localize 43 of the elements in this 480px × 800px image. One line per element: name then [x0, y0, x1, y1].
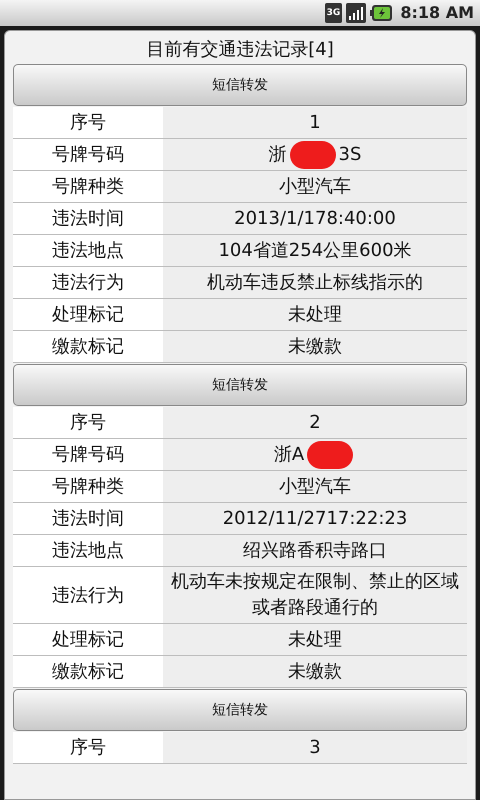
plate-prefix-text: 浙 [268, 142, 287, 166]
battery-icon [370, 5, 392, 21]
sms-forward-button[interactable]: 短信转发 [13, 64, 467, 106]
value-text: 1 [308, 110, 322, 134]
sms-forward-button[interactable]: 短信转发 [13, 364, 467, 406]
signal-icon [346, 3, 366, 23]
value-text: 2012/11/2717:22:23 [222, 506, 408, 530]
field-label: 违法时间 [52, 507, 124, 531]
field-label: 序号 [70, 736, 106, 760]
field-label: 违法行为 [52, 584, 124, 608]
value-text: 机动车违反禁止标线指示的 [206, 270, 424, 294]
field-label: 违法时间 [52, 207, 124, 231]
value-text: 未处理 [287, 302, 343, 326]
value-text: 2013/1/178:40:00 [233, 206, 397, 230]
value-text: 未缴款 [287, 660, 343, 684]
value-text: 未缴款 [287, 334, 343, 358]
value-text: 小型汽车 [278, 174, 352, 198]
plate-prefix-text: 浙A [274, 442, 304, 466]
plate-suffix-text: 3S [338, 142, 362, 166]
field-label: 序号 [70, 111, 106, 135]
field-label: 违法行为 [52, 271, 124, 295]
field-label: 缴款标记 [52, 660, 124, 684]
value-text: 2 [308, 410, 322, 434]
network-icon: 3G [324, 3, 342, 23]
clock-text: 8:18 AM [400, 2, 474, 24]
field-label: 违法地点 [52, 239, 124, 263]
field-label: 号牌号码 [52, 143, 124, 167]
field-label: 缴款标记 [52, 335, 124, 359]
value-text: 未处理 [287, 628, 343, 652]
value-text: 104省道254公里600米 [217, 238, 413, 262]
value-text: 3 [308, 736, 322, 760]
value-text: 绍兴路香积寺路口 [242, 538, 388, 562]
sms-forward-button[interactable]: 短信转发 [13, 689, 467, 731]
field-label: 号牌种类 [52, 175, 124, 199]
dialog-title: 目前有交通违法记录[4] [146, 38, 334, 62]
field-label: 处理标记 [52, 303, 124, 327]
field-label: 处理标记 [52, 628, 124, 652]
field-label: 违法地点 [52, 539, 124, 563]
field-label: 号牌种类 [52, 475, 124, 499]
value-text: 机动车未按规定在限制、禁止的区域或者路段通行的 [170, 570, 460, 620]
field-label: 号牌号码 [52, 443, 124, 467]
field-label: 序号 [70, 411, 106, 435]
value-text: 小型汽车 [278, 474, 352, 498]
